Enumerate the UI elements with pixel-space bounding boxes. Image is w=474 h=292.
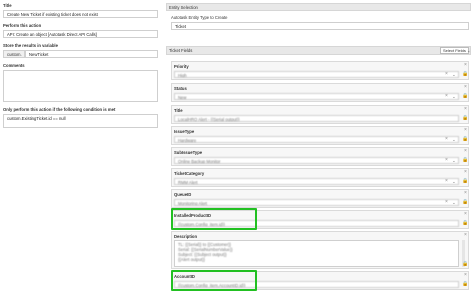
clear-icon[interactable]: × [445,158,448,163]
store-variable-input[interactable]: NewTicket [25,50,158,58]
chevron-down-icon: ⌄ [467,48,471,53]
title-field-input[interactable]: LocalHRO Alert - {{Serial output}} [174,115,459,122]
field-label-title: Title [174,108,183,113]
comments-textarea[interactable] [3,70,158,102]
remove-field-icon[interactable]: × [464,107,467,112]
status-select[interactable]: New [174,93,459,100]
entity-type-select[interactable]: Ticket [171,22,469,30]
chevron-down-icon[interactable]: ⌄ [452,72,456,77]
entity-selection-header: Entity Selection [166,3,471,11]
store-label: Store the results in variable [3,43,58,48]
field-label-priority: Priority [174,64,189,69]
highlight-box [171,270,257,291]
remove-field-icon[interactable]: × [464,128,467,133]
lock-icon[interactable]: 🔒 [462,282,468,287]
remove-field-icon[interactable]: × [464,63,467,68]
subissuetype-select[interactable]: Online Backup Monitor [174,157,459,164]
remove-field-icon[interactable]: × [464,85,467,90]
clear-icon[interactable]: × [445,94,448,99]
remove-field-icon[interactable]: × [464,233,467,238]
title-input[interactable]: Create New Ticket if existing ticket doe… [3,10,158,18]
description-line: {{Alert output}} [178,257,206,262]
remove-field-icon[interactable]: × [464,149,467,154]
priority-select[interactable]: High [174,71,459,78]
chevron-down-icon[interactable]: ⌄ [452,158,456,163]
clear-icon[interactable]: × [445,72,448,77]
queueid-select[interactable]: Monitoring Alert [174,199,459,206]
lock-icon[interactable]: 🔒 [462,262,468,267]
clear-icon[interactable]: × [445,179,448,184]
issuetype-select[interactable]: Hardware [174,136,459,143]
remove-field-icon[interactable]: × [464,273,467,278]
lock-icon[interactable]: 🔒 [462,116,468,121]
lock-icon[interactable]: 🔒 [462,72,468,77]
store-prefix: custom. [3,50,25,58]
field-label-description: Description [174,234,198,239]
lock-icon[interactable]: 🔒 [462,94,468,99]
remove-field-icon[interactable]: × [464,191,467,196]
chevron-down-icon[interactable]: ⌄ [452,137,456,142]
entity-label: Autotask Entity Type to Create [171,15,228,20]
comments-label: Comments [3,63,25,68]
remove-field-icon[interactable]: × [464,212,467,217]
field-label-queueid: QueueID [174,192,192,197]
condition-label: Only perform this action if the followin… [3,107,116,112]
lock-icon[interactable]: 🔒 [462,200,468,205]
chevron-down-icon[interactable]: ⌄ [452,94,456,99]
highlight-box [171,208,257,230]
lock-icon[interactable]: 🔒 [462,137,468,142]
lock-icon[interactable]: 🔒 [462,158,468,163]
right-panel: Entity Selection Autotask Entity Type to… [166,0,474,292]
clear-icon[interactable]: × [445,200,448,205]
field-label-ticketcategory: TicketCategory [174,171,205,176]
field-label-subissuetype: SubIssueType [174,150,203,155]
chevron-down-icon[interactable]: ⌄ [452,179,456,184]
select-fields-label: Select Fields [443,48,466,53]
left-panel: Title Create New Ticket if existing tick… [0,0,160,292]
perform-select[interactable]: API: Create an object [Autotask Direct A… [3,30,158,38]
field-label-status: Status [174,86,187,91]
select-fields-button[interactable]: Select Fields ⌄ [440,47,471,54]
description-textarea[interactable]: TL: {{Serial}} to {{Customer}} Serial: {… [174,240,459,267]
clear-icon[interactable]: × [445,137,448,142]
lock-icon[interactable]: 🔒 [462,221,468,226]
condition-textarea[interactable]: custom.ExistingTicket.id == null [3,114,158,128]
chevron-down-icon[interactable]: ⌄ [452,200,456,205]
remove-field-icon[interactable]: × [464,170,467,175]
title-label: Title [3,3,12,8]
ticketcategory-select[interactable]: RMM Alert [174,178,459,185]
ticket-fields-header: Ticket Fields [166,46,471,55]
lock-icon[interactable]: 🔒 [462,179,468,184]
field-label-issuetype: IssueType [174,129,195,134]
perform-label: Perform this action [3,23,42,28]
